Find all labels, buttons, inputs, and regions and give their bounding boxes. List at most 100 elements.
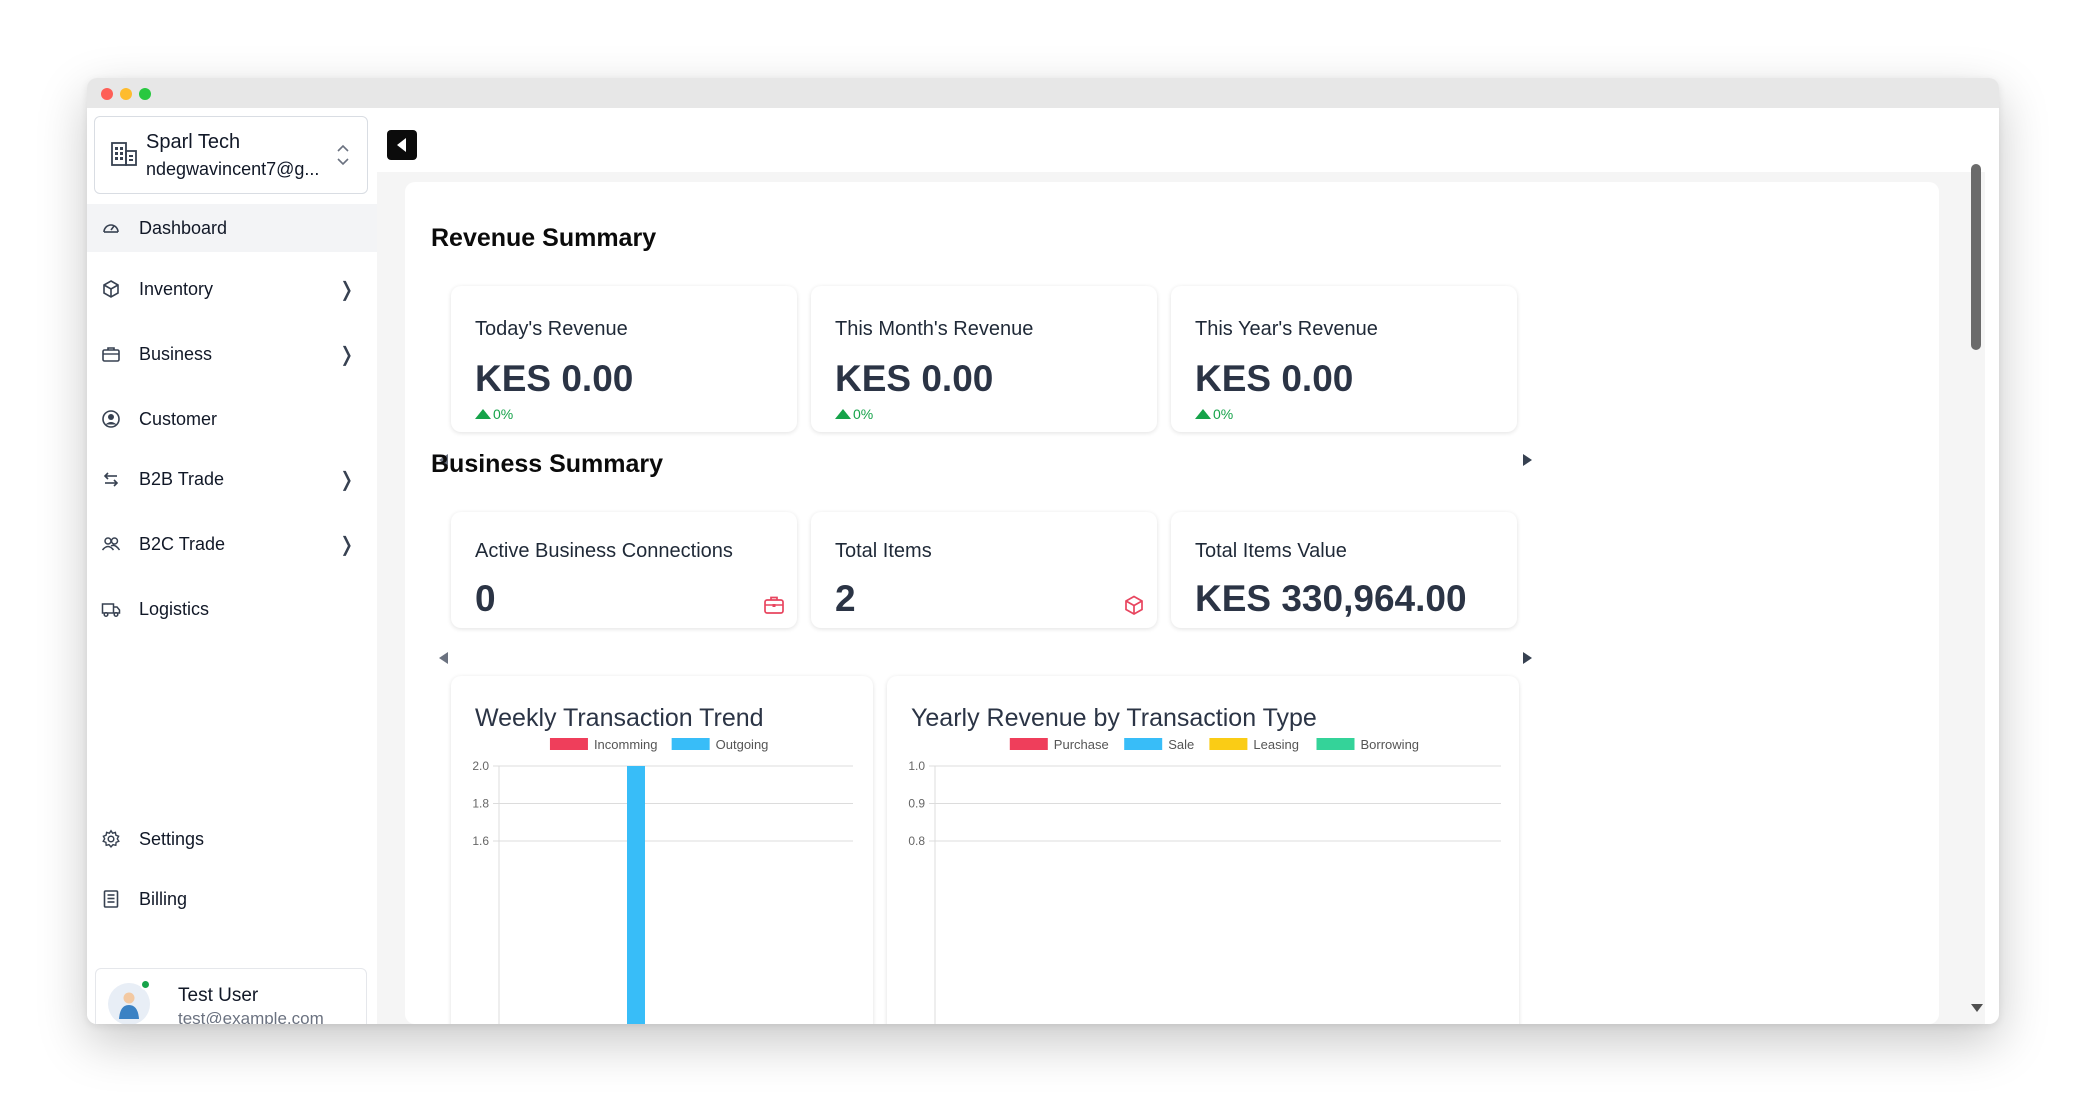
- users-icon: [101, 537, 121, 551]
- business-carousel-prev[interactable]: [439, 652, 448, 664]
- minimize-window-button[interactable]: [120, 88, 132, 100]
- chevron-right-icon: ❭: [338, 532, 355, 556]
- sidebar-item-label: B2C Trade: [139, 533, 226, 554]
- bar-outgoing: [627, 766, 645, 1024]
- yearly-chart-canvas: Purchase Sale Leasing Borrowing 1.0 0.9 0.8: [908, 737, 1501, 1024]
- card-label: Today's Revenue: [475, 318, 628, 340]
- legend-swatch: [1316, 738, 1355, 750]
- revenue-change: 0%: [1195, 406, 1233, 422]
- legend-swatch: [1009, 738, 1048, 750]
- sidebar-item-customer[interactable]: Customer: [87, 395, 377, 443]
- sidebar-item-logistics[interactable]: Logistics: [87, 585, 377, 633]
- user-circle-icon: [102, 410, 120, 428]
- y-tick-label: 1.8: [472, 797, 489, 811]
- legend-label: Borrowing: [1361, 737, 1420, 752]
- org-email: ndegwavincent7@g...: [146, 159, 320, 179]
- cube-icon: [1125, 595, 1143, 615]
- building-icon: [111, 142, 137, 166]
- card-label: Active Business Connections: [475, 540, 733, 562]
- trend-up-icon: [1195, 409, 1211, 419]
- sidebar-item-b2b-trade[interactable]: B2B Trade ❭: [87, 455, 377, 503]
- truck-icon: [101, 603, 121, 618]
- legend-swatch: [671, 738, 710, 750]
- online-status-indicator: [140, 979, 151, 990]
- business-summary-title: Business Summary: [431, 450, 664, 478]
- legend-swatch: [549, 738, 588, 750]
- legend-label: Leasing: [1253, 737, 1299, 752]
- total-items-value-card: Total Items Value KES 330,964.00: [1171, 512, 1517, 628]
- yearly-revenue-chart: Yearly Revenue by Transaction Type Purch…: [887, 676, 1519, 1024]
- weekly-chart-canvas: Incomming Outgoing 2.0 1.8 1.6: [472, 737, 853, 1024]
- sidebar: Sparl Tech ndegwavincent7@g... Dashboard…: [87, 108, 377, 1024]
- user-email: test@example.com: [178, 1009, 324, 1024]
- dashboard-content: Revenue Summary Today's Revenue KES 0.00…: [405, 182, 1939, 1024]
- org-switcher[interactable]: Sparl Tech ndegwavincent7@g...: [94, 116, 368, 194]
- revenue-summary-title: Revenue Summary: [431, 224, 657, 252]
- change-value: 0%: [493, 406, 514, 422]
- trend-up-icon: [835, 409, 851, 419]
- card-label: Total Items: [835, 540, 932, 562]
- y-tick-label: 0.8: [908, 834, 925, 848]
- sidebar-item-business[interactable]: Business ❭: [87, 330, 377, 378]
- chevron-right-icon: ❭: [338, 342, 355, 366]
- legend-label: Sale: [1168, 737, 1194, 752]
- sidebar-item-settings[interactable]: Settings: [87, 815, 377, 863]
- card-value: 2: [835, 578, 856, 619]
- total-items-card: Total Items 2: [811, 512, 1157, 628]
- briefcase-icon: [764, 596, 784, 614]
- chevron-right-icon: ❭: [338, 467, 355, 491]
- card-value: KES 330,964.00: [1195, 578, 1467, 619]
- card-label: This Month's Revenue: [835, 318, 1034, 340]
- revenue-change: 0%: [835, 406, 873, 422]
- sidebar-item-dashboard[interactable]: Dashboard: [87, 204, 377, 252]
- sidebar-item-billing[interactable]: Billing: [87, 875, 377, 923]
- legend-label: Outgoing: [716, 737, 769, 752]
- scroll-down-arrow[interactable]: [1971, 1004, 1983, 1012]
- card-label: This Year's Revenue: [1195, 318, 1378, 340]
- card-label: Total Items Value: [1195, 540, 1347, 562]
- y-tick-label: 2.0: [472, 759, 489, 773]
- briefcase-icon: [102, 347, 120, 362]
- weekly-transaction-chart: Weekly Transaction Trend Incomming Outgoi…: [451, 676, 873, 1024]
- sidebar-item-label: Billing: [139, 888, 188, 909]
- scrollbar-thumb[interactable]: [1971, 164, 1981, 350]
- card-value: KES 0.00: [835, 358, 994, 399]
- sidebar-item-label: Inventory: [139, 278, 214, 299]
- revenue-change: 0%: [475, 406, 513, 422]
- gauge-icon: [103, 224, 119, 233]
- sidebar-item-label: Customer: [139, 408, 218, 429]
- sidebar-item-label: Logistics: [139, 598, 210, 619]
- card-value: KES 0.00: [475, 358, 634, 399]
- revenue-carousel-next[interactable]: [1523, 454, 1532, 466]
- swap-icon: [103, 472, 119, 487]
- legend-label: Incomming: [594, 737, 658, 752]
- org-name: Sparl Tech: [146, 131, 241, 153]
- app-window: Sparl Tech ndegwavincent7@g... Dashboard…: [87, 78, 1999, 1024]
- sidebar-item-label: Settings: [139, 828, 205, 849]
- change-value: 0%: [1213, 406, 1234, 422]
- business-carousel-next[interactable]: [1523, 652, 1532, 664]
- sidebar-item-label: B2B Trade: [139, 468, 225, 489]
- user-name: Test User: [178, 985, 259, 1006]
- gear-icon: [102, 829, 120, 848]
- legend-swatch: [1124, 738, 1163, 750]
- y-tick-label: 1.6: [472, 834, 489, 848]
- sidebar-item-b2c-trade[interactable]: B2C Trade ❭: [87, 520, 377, 568]
- legend-label: Purchase: [1054, 737, 1109, 752]
- sidebar-item-inventory[interactable]: Inventory ❭: [87, 265, 377, 313]
- receipt-icon: [103, 890, 119, 908]
- box-icon: [103, 280, 119, 298]
- y-tick-label: 1.0: [908, 759, 925, 773]
- trend-up-icon: [475, 409, 491, 419]
- collapse-sidebar-button[interactable]: [387, 130, 417, 160]
- month-revenue-card: This Month's Revenue KES 0.00 0%: [811, 286, 1157, 432]
- card-value: 0: [475, 578, 496, 619]
- close-window-button[interactable]: [101, 88, 113, 100]
- year-revenue-card: This Year's Revenue KES 0.00 0%: [1171, 286, 1517, 432]
- title-bar: [87, 78, 1999, 108]
- sidebar-item-label: Business: [139, 343, 213, 364]
- chevron-right-icon: ❭: [338, 277, 355, 301]
- user-profile-card[interactable]: Test User test@example.com: [95, 968, 367, 1024]
- maximize-window-button[interactable]: [139, 88, 151, 100]
- y-tick-label: 0.9: [908, 797, 925, 811]
